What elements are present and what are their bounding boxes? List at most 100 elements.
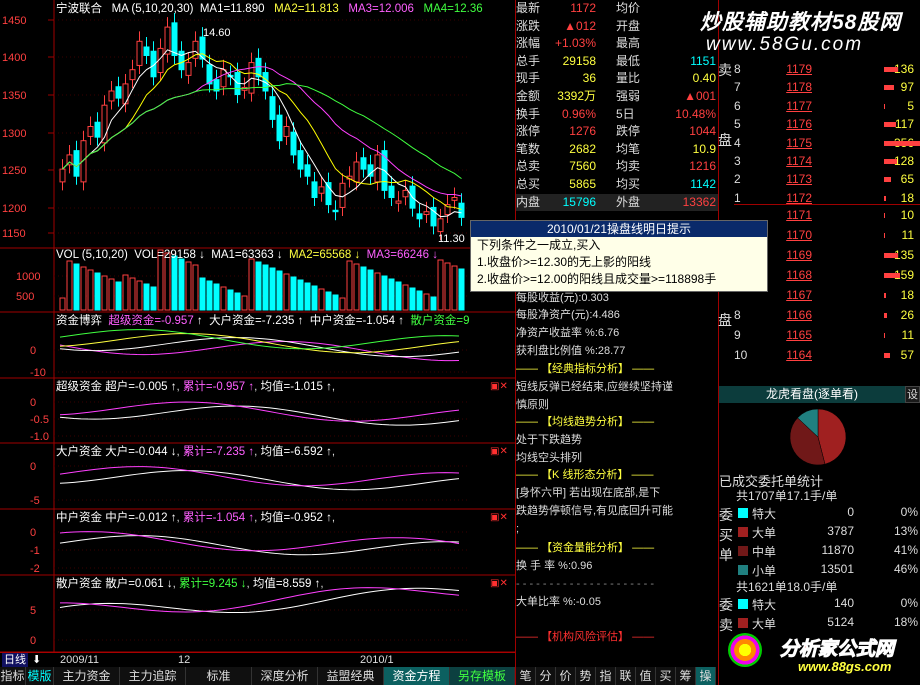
fund-heading-risk: —— 【机构风险评估】 —— xyxy=(516,631,655,643)
quote-value: 36 xyxy=(582,71,596,86)
quote-label: 笔数 xyxy=(516,141,541,156)
side-tab[interactable]: 筹 xyxy=(676,667,696,685)
order-price: 1171 xyxy=(786,208,812,222)
ind2-close-icon[interactable]: ▣✕ xyxy=(490,381,508,392)
quote-value: 1276 xyxy=(569,124,596,139)
volume-bar xyxy=(185,261,192,311)
candle xyxy=(388,185,395,198)
quote-row: 总卖 7560 均卖 1216 xyxy=(516,158,718,176)
volume-bar xyxy=(234,292,241,311)
ind3-close-icon[interactable]: ▣✕ xyxy=(490,446,508,457)
quote-label-2: 开盘 xyxy=(616,18,641,33)
order-volume: 97 xyxy=(900,80,914,95)
order-volume: 65 xyxy=(900,172,914,187)
order-percent: 0% xyxy=(900,596,918,610)
ind4-close-icon[interactable]: ▣✕ xyxy=(490,512,508,523)
tab-deep-analysis[interactable]: 深度分析 xyxy=(252,667,318,685)
side-tab-strip: 笔分价势指联值买筹操 xyxy=(516,667,718,685)
fund-heading-k: —— 【K 线形态分析】 —— xyxy=(516,469,654,481)
quote-value-2: 0.40 xyxy=(692,71,716,86)
quote-label: 金额 xyxy=(516,89,541,103)
volume-bar xyxy=(171,255,178,311)
candle xyxy=(143,46,150,56)
x-label-2: 2010/1 xyxy=(360,654,394,666)
ind3-tick-label: -5 xyxy=(30,495,40,507)
order-count: 5124 xyxy=(827,615,854,629)
volume-bar xyxy=(290,276,297,311)
buy-order-row[interactable]: 9 1165 11 xyxy=(734,326,920,345)
order-price: 1167 xyxy=(786,288,812,302)
candle xyxy=(395,200,402,204)
quote-value: 5865 xyxy=(569,177,596,191)
fund-heading-volume-text: 【资金量能分析】 xyxy=(541,542,630,554)
candle xyxy=(220,69,227,88)
tab-standard[interactable]: 标准 xyxy=(186,667,252,685)
volume-bar xyxy=(192,264,199,311)
volume-bar xyxy=(199,277,206,311)
ma3-value: MA3=12.006 xyxy=(348,3,414,15)
sell-order-row[interactable]: 6 1177 5 xyxy=(734,97,920,116)
fund-profit-ratio: 获利盘比例值 %:28.77 xyxy=(516,345,626,357)
period-dropdown-icon[interactable]: ⬇ xyxy=(32,653,41,668)
tab-yimeng-classic[interactable]: 益盟经典 xyxy=(318,667,384,685)
watermark-top-url: www.58Gu.com xyxy=(706,34,864,55)
buy-order-row[interactable]: 10 1164 57 xyxy=(734,346,920,365)
side-tab[interactable]: 笔 xyxy=(516,667,536,685)
ind5-title: 散户资金 xyxy=(56,578,102,590)
tab-fund-equation[interactable]: 资金方程 xyxy=(384,667,450,685)
order-volume-bar xyxy=(884,177,891,183)
quote-label-2: 5日 xyxy=(616,106,635,121)
dragon-settings-button[interactable]: 设 xyxy=(905,386,920,403)
ma-line xyxy=(62,53,462,210)
tab-indicators[interactable]: 指标 xyxy=(0,667,26,685)
candle xyxy=(276,114,283,142)
side-tab[interactable]: 价 xyxy=(556,667,576,685)
ind1-line xyxy=(59,340,460,362)
watermark-logo-icon xyxy=(728,633,762,667)
buy-order-row[interactable]: 8 1166 26 xyxy=(734,306,920,325)
quote-row: 笔数 2682 均笔 10.9 xyxy=(516,141,718,159)
volume-bar xyxy=(108,278,115,311)
ind4-tick-label: 0 xyxy=(30,527,36,539)
sell-side-char: 委 xyxy=(719,597,733,613)
volume-panel-header: VOL (5,10,20) VOL=29158 ↓ MA1=63363 ↓ MA… xyxy=(56,249,438,261)
side-tab[interactable]: 指 xyxy=(596,667,616,685)
tab-save-template[interactable]: 另存模板 xyxy=(450,667,515,685)
ind4-a: 中户=-0.012 xyxy=(105,512,168,524)
side-tab[interactable]: 分 xyxy=(536,667,556,685)
buy-order-row[interactable]: 1167 18 xyxy=(734,286,920,305)
volume-bar xyxy=(269,267,276,311)
order-level: 8 xyxy=(734,62,741,76)
side-tab[interactable]: 买 xyxy=(656,667,676,685)
period-selector[interactable]: 日线 xyxy=(2,653,28,668)
quote-value: 7560 xyxy=(569,159,596,174)
side-tab[interactable]: 值 xyxy=(636,667,656,685)
side-tab[interactable]: 势 xyxy=(576,667,596,685)
ind5-line xyxy=(59,587,460,613)
candle xyxy=(87,126,94,137)
quote-label: 涨跌 xyxy=(516,18,541,33)
side-tab[interactable]: 操 xyxy=(696,667,716,685)
ind5-c: 均值=8.559 xyxy=(252,578,312,590)
volume-bar xyxy=(122,274,129,311)
dragon-panel-header[interactable]: 龙虎看盘(逐单看) xyxy=(719,386,905,403)
quote-label: 换手 xyxy=(516,106,541,121)
order-count: 13501 xyxy=(820,562,854,576)
order-count: 0 xyxy=(847,505,854,519)
buy-order-row[interactable]: 1171 10 xyxy=(734,206,920,225)
side-tab[interactable]: 联 xyxy=(616,667,636,685)
tooltip-line3: 2.收盘价>=12.00的阳线且成交量>=118898手 xyxy=(477,272,717,286)
volume-bar xyxy=(59,297,66,311)
candle xyxy=(402,189,409,198)
tab-templates[interactable]: 模版 xyxy=(26,667,54,685)
quote-value-2: ▲001 xyxy=(684,89,716,103)
buy-order-row[interactable]: 1170 11 xyxy=(734,226,920,245)
tab-main-track[interactable]: 主力追踪 xyxy=(120,667,186,685)
price-panel-header: 宁波联合 MA (5,10,20,30) MA1=11.890 MA2=11.8… xyxy=(56,2,483,16)
ind1-mid: 中户资金=-1.054 xyxy=(309,315,396,327)
order-level: 10 xyxy=(734,348,748,362)
tab-main-funds[interactable]: 主力资金 xyxy=(54,667,120,685)
sell-order-row[interactable]: 2 1173 65 xyxy=(734,170,920,189)
ind5-close-icon[interactable]: ▣✕ xyxy=(490,578,508,589)
sell-side-label-1: 卖 xyxy=(718,62,732,78)
